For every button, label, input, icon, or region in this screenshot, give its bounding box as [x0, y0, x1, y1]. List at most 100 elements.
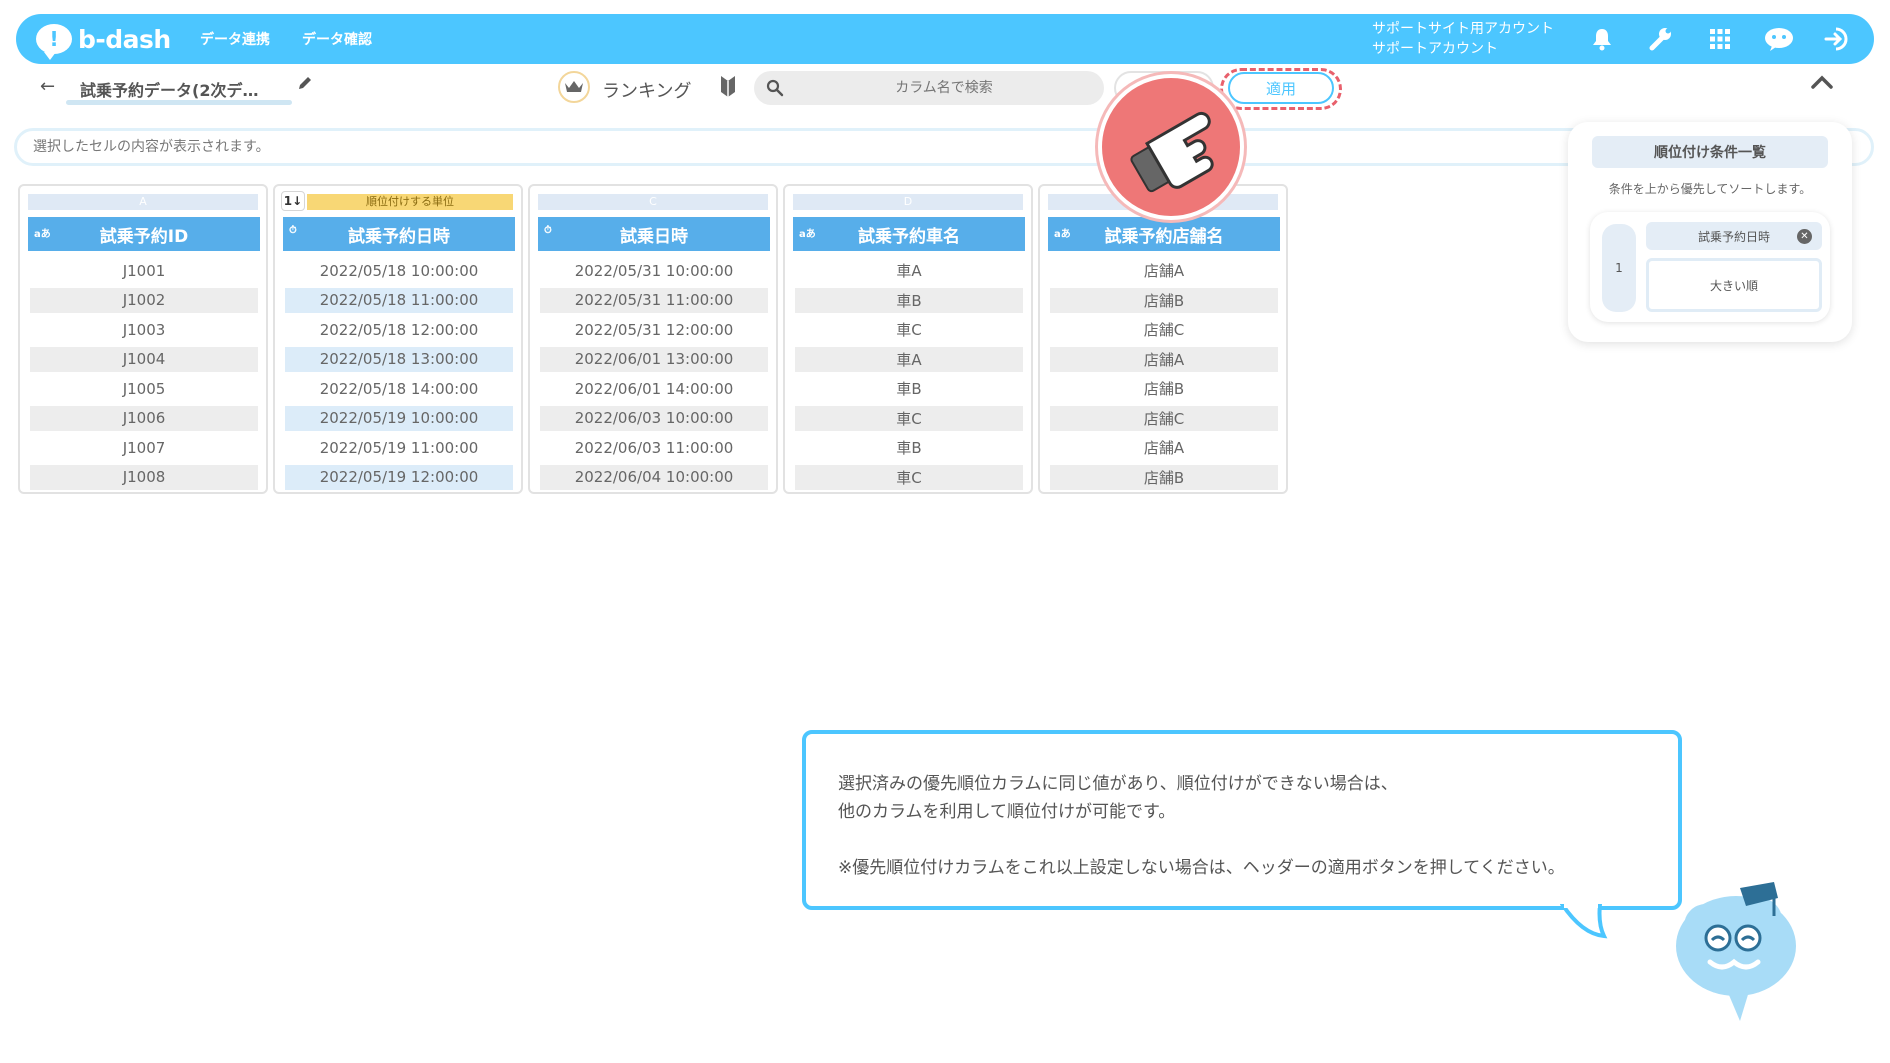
table-cell[interactable]: 2022/05/31 10:00:00 [540, 258, 768, 283]
column-letter: A [28, 194, 258, 210]
logo[interactable]: ! b-dash [36, 24, 176, 60]
table-cell[interactable]: 2022/06/01 13:00:00 [540, 346, 768, 372]
account-info[interactable]: サポートサイト用アカウント サポートアカウント [1372, 19, 1554, 59]
table-cell[interactable]: 車B [795, 287, 1023, 313]
close-icon[interactable]: ✕ [1797, 229, 1812, 244]
apply-button[interactable]: 適用 [1228, 72, 1334, 104]
table-cell[interactable]: 店舗A [1050, 346, 1278, 372]
column-header[interactable]: aあ 試乗予約店舗名 [1048, 217, 1280, 251]
text-type-icon: aあ [34, 229, 51, 240]
sort-order-badge: 1↓ [281, 191, 305, 211]
table-cell[interactable]: 店舗B [1050, 376, 1278, 401]
table-cell[interactable]: 車C [795, 405, 1023, 431]
back-arrow-icon[interactable]: ← [40, 76, 55, 97]
column-letter: C [538, 194, 768, 210]
search-input[interactable] [794, 71, 1094, 105]
search-icon [766, 79, 784, 101]
table-cell[interactable]: 店舗C [1050, 317, 1278, 342]
table-cell[interactable]: 車C [795, 464, 1023, 490]
table-cell[interactable]: 2022/05/31 12:00:00 [540, 317, 768, 342]
table-cell[interactable]: 2022/05/18 11:00:00 [285, 287, 513, 313]
text-type-icon: aあ [799, 229, 816, 240]
column-header[interactable]: aあ 試乗予約車名 [793, 217, 1025, 251]
table-cell[interactable]: J1002 [30, 287, 258, 313]
table-cell[interactable]: 2022/05/18 10:00:00 [285, 258, 513, 283]
logo-text: b-dash [78, 24, 171, 54]
table-cell[interactable]: 2022/06/03 11:00:00 [540, 435, 768, 460]
priority-number[interactable]: 1 [1602, 224, 1636, 312]
table-cell[interactable]: 2022/06/04 10:00:00 [540, 464, 768, 490]
table-cell[interactable]: 2022/06/03 10:00:00 [540, 405, 768, 431]
table-cell[interactable]: 2022/05/31 11:00:00 [540, 287, 768, 313]
table-cell[interactable]: 2022/06/01 14:00:00 [540, 376, 768, 401]
table-cell[interactable]: 車B [795, 435, 1023, 460]
document-title[interactable]: 試乗予約データ(2次デ… [80, 77, 258, 101]
table-cell[interactable]: 2022/05/18 14:00:00 [285, 376, 513, 401]
column-c[interactable]: C ⏱ 試乗日時 2022/05/31 10:00:00 2022/05/31 … [528, 184, 778, 494]
table-cell[interactable]: 2022/05/19 10:00:00 [285, 405, 513, 431]
column-title: 試乗予約日時 [348, 226, 450, 247]
top-icons [1586, 23, 1854, 55]
grid-icon[interactable] [1704, 23, 1736, 55]
logo-mark: ! [36, 24, 72, 60]
account-line2: サポートアカウント [1372, 41, 1498, 57]
mode-label: ランキング [602, 81, 692, 102]
table-cell[interactable]: J1005 [30, 376, 258, 401]
beginner-mark-icon[interactable] [720, 74, 736, 102]
top-bar: ! b-dash データ連携 データ確認 サポートサイト用アカウント サポートア… [16, 14, 1874, 64]
column-d[interactable]: D aあ 試乗予約車名 車A 車B 車C 車A 車B 車C 車B 車C [783, 184, 1033, 494]
text-type-icon: aあ [1054, 229, 1071, 240]
table-cell[interactable]: J1003 [30, 317, 258, 342]
bubble-line2: 他のカラムを利用して順位付けが可能です。 [838, 802, 1176, 822]
sort-conditions-panel: 順位付け条件一覧 条件を上から優先してソートします。 1 試乗予約日時 ✕ 大き… [1568, 122, 1852, 342]
column-search [754, 71, 1104, 105]
title-underline [66, 100, 292, 105]
logout-icon[interactable] [1822, 23, 1854, 55]
table-cell[interactable]: 2022/05/19 12:00:00 [285, 464, 513, 490]
table-cell[interactable]: J1008 [30, 464, 258, 490]
column-header[interactable]: ⏱ 試乗予約日時 [283, 217, 515, 251]
panel-description: 条件を上から優先してソートします。 [1608, 182, 1812, 196]
pencil-icon[interactable] [296, 74, 314, 96]
column-e[interactable]: E aあ 試乗予約店舗名 店舗A 店舗B 店舗C 店舗A 店舗B 店舗C 店舗A… [1038, 184, 1288, 494]
nav-data-check[interactable]: データ確認 [302, 29, 372, 49]
column-title: 試乗予約店舗名 [1104, 226, 1224, 247]
column-title: 試乗日時 [620, 226, 688, 247]
clock-icon: ⏱ [289, 225, 297, 236]
sort-condition-card[interactable]: 1 試乗予約日時 ✕ 大きい順 [1590, 212, 1830, 322]
column-header[interactable]: ⏱ 試乗日時 [538, 217, 770, 251]
guide-speech-bubble: 選択済みの優先順位カラムに同じ値があり、順位付けができない場合は、 他のカラムを… [802, 730, 1682, 910]
table-cell[interactable]: 店舗B [1050, 464, 1278, 490]
table-cell[interactable]: 車B [795, 376, 1023, 401]
top-nav: データ連携 データ確認 [200, 29, 372, 49]
condition-column-label: 試乗予約日時 [1697, 229, 1770, 244]
pointing-hand-icon [1098, 74, 1244, 220]
table-cell[interactable]: 車A [795, 258, 1023, 283]
table-cell[interactable]: J1004 [30, 346, 258, 372]
condition-column-chip: 試乗予約日時 ✕ [1646, 222, 1822, 250]
table-cell[interactable]: 店舗C [1050, 405, 1278, 431]
wrench-icon[interactable] [1645, 23, 1677, 55]
panel-title: 順位付け条件一覧 [1592, 136, 1828, 168]
table-cell[interactable]: 2022/05/18 12:00:00 [285, 317, 513, 342]
column-title: 試乗予約ID [99, 226, 189, 247]
table-cell[interactable]: 2022/05/19 11:00:00 [285, 435, 513, 460]
table-cell[interactable]: 店舗A [1050, 258, 1278, 283]
column-a[interactable]: A aあ 試乗予約ID J1001 J1002 J1003 J1004 J100… [18, 184, 268, 494]
table-cell[interactable]: J1007 [30, 435, 258, 460]
column-letter: D [793, 194, 1023, 210]
table-cell[interactable]: J1001 [30, 258, 258, 283]
chevron-up-icon[interactable] [1810, 74, 1834, 94]
table-cell[interactable]: 店舗A [1050, 435, 1278, 460]
chat-bot-icon[interactable] [1763, 23, 1795, 55]
table-cell[interactable]: 車A [795, 346, 1023, 372]
table-cell[interactable]: J1006 [30, 405, 258, 431]
table-cell[interactable]: 店舗B [1050, 287, 1278, 313]
sort-order-select[interactable]: 大きい順 [1646, 258, 1822, 312]
column-header[interactable]: aあ 試乗予約ID [28, 217, 260, 251]
table-cell[interactable]: 車C [795, 317, 1023, 342]
column-b[interactable]: 順位付けする単位 1↓ ⏱ 試乗予約日時 2022/05/18 10:00:00… [273, 184, 523, 494]
table-cell[interactable]: 2022/05/18 13:00:00 [285, 346, 513, 372]
nav-data-link[interactable]: データ連携 [200, 29, 270, 49]
bell-icon[interactable] [1586, 23, 1618, 55]
